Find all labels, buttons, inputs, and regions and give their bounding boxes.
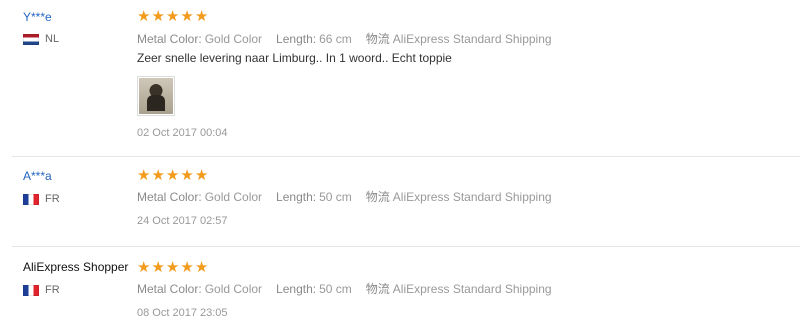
flag-fr-icon xyxy=(23,193,39,205)
star-icon: ★ xyxy=(151,167,165,184)
star-icon: ★ xyxy=(137,167,151,184)
flag-nl-icon xyxy=(23,33,39,45)
star-icon: ★ xyxy=(151,259,165,276)
review-date: 24 Oct 2017 02:57 xyxy=(137,215,228,227)
review-photo[interactable] xyxy=(139,78,173,114)
star-icon: ★ xyxy=(180,8,194,25)
metal-color-label: Metal Color: xyxy=(137,32,202,46)
shipping-label: 物流 xyxy=(365,190,390,204)
star-icon: ★ xyxy=(165,259,180,276)
metal-color-label: Metal Color: xyxy=(137,190,202,204)
star-icon: ★ xyxy=(165,167,180,184)
review-item: AliExpress Shopper FR ★ ★ ★ ★ ★ Metal Co… xyxy=(0,247,800,334)
shipping-label: 物流 xyxy=(365,32,390,46)
reviewer-country: FR xyxy=(23,193,60,205)
star-icon: ★ xyxy=(137,8,151,25)
flag-fr-icon xyxy=(23,284,39,296)
country-code: FR xyxy=(45,284,60,296)
reviewer-country: NL xyxy=(23,33,59,45)
order-attributes: Metal Color: Gold Color Length: 50 cm 物流 AliE… xyxy=(137,280,552,297)
star-icon: ★ xyxy=(180,259,194,276)
review-photo-thumbnail[interactable] xyxy=(137,76,175,116)
star-icon: ★ xyxy=(194,167,209,184)
rating-stars: ★ ★ ★ ★ ★ xyxy=(137,259,209,276)
review-item: Y***e NL ★ ★ ★ ★ ★ Metal Color: Gold Colo… xyxy=(0,0,800,156)
reviewer-name-text: AliExpress Shopper xyxy=(23,260,129,274)
reviewer-name[interactable]: A***a xyxy=(23,169,52,183)
star-icon: ★ xyxy=(165,8,180,25)
review-item: A***a FR ★ ★ ★ ★ ★ Metal Color: Gold Colo… xyxy=(0,157,800,246)
review-date: 02 Oct 2017 00:04 xyxy=(137,127,228,139)
reviewer-country: FR xyxy=(23,284,60,296)
rating-stars: ★ ★ ★ ★ ★ xyxy=(137,8,209,25)
length-value: 50 cm xyxy=(319,190,352,204)
length-label: Length: xyxy=(276,32,317,46)
reviewer-name: AliExpress Shopper xyxy=(23,260,128,274)
metal-color-value: Gold Color xyxy=(204,32,263,46)
order-attributes: Metal Color: Gold Color Length: 50 cm 物流 AliE… xyxy=(137,188,552,205)
shipping-label: 物流 xyxy=(365,282,390,296)
star-icon: ★ xyxy=(194,259,209,276)
length-value: 66 cm xyxy=(319,32,352,46)
reviewer-name[interactable]: Y***e xyxy=(23,10,52,24)
metal-color-value: Gold Color xyxy=(204,282,263,296)
length-label: Length: xyxy=(276,190,317,204)
rating-stars: ★ ★ ★ ★ ★ xyxy=(137,167,209,184)
review-date: 08 Oct 2017 23:05 xyxy=(137,307,228,319)
shipping-value: AliExpress Standard Shipping xyxy=(392,190,552,204)
review-text: Zeer snelle levering naar Limburg.. In 1… xyxy=(137,51,452,65)
length-value: 50 cm xyxy=(319,282,352,296)
star-icon: ★ xyxy=(151,8,165,25)
reviewer-name-link[interactable]: Y***e xyxy=(23,10,52,24)
country-code: FR xyxy=(45,193,60,205)
star-icon: ★ xyxy=(194,8,209,25)
metal-color-label: Metal Color: xyxy=(137,282,202,296)
reviewer-name-link[interactable]: A***a xyxy=(23,169,52,183)
star-icon: ★ xyxy=(180,167,194,184)
order-attributes: Metal Color: Gold Color Length: 66 cm 物流 AliE… xyxy=(137,30,552,47)
length-label: Length: xyxy=(276,282,317,296)
star-icon: ★ xyxy=(137,259,151,276)
shipping-value: AliExpress Standard Shipping xyxy=(392,282,552,296)
metal-color-value: Gold Color xyxy=(204,190,263,204)
country-code: NL xyxy=(45,33,60,45)
shipping-value: AliExpress Standard Shipping xyxy=(392,32,552,46)
